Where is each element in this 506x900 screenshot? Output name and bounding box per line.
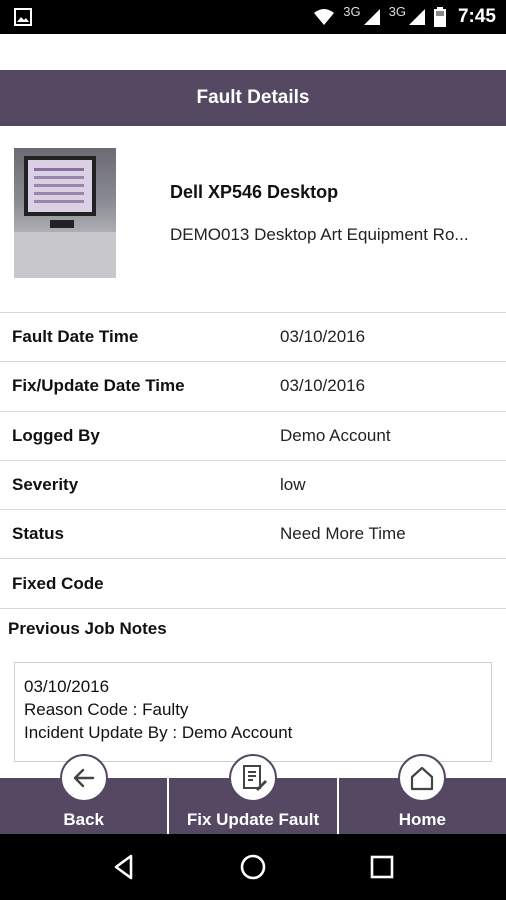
network-type-1: 3G bbox=[343, 3, 361, 19]
product-summary: Dell XP546 Desktop DEMO013 Desktop Art E… bbox=[0, 126, 506, 312]
battery-icon bbox=[433, 7, 446, 27]
detail-label: Fixed Code bbox=[12, 573, 104, 593]
back-button[interactable]: Back bbox=[0, 754, 170, 834]
home-label: Home bbox=[398, 810, 446, 829]
detail-value: low bbox=[280, 475, 306, 495]
page-title: Fault Details bbox=[196, 87, 310, 108]
detail-row-fault-date: Fault Date Time 03/10/2016 bbox=[0, 313, 506, 363]
detail-row-fix-date: Fix/Update Date Time 03/10/2016 bbox=[0, 362, 506, 412]
monitor-stand bbox=[50, 220, 74, 228]
detail-label: Logged By bbox=[12, 425, 100, 445]
detail-value: 03/10/2016 bbox=[280, 376, 366, 396]
system-navigation-bar bbox=[0, 834, 506, 900]
signal-icon-1 bbox=[363, 9, 380, 25]
bottom-action-bar: Back Fix Update Fault Home bbox=[0, 754, 506, 834]
network-type-2: 3G bbox=[388, 3, 406, 19]
fix-icon-circle[interactable] bbox=[228, 754, 277, 802]
app-header: Fault Details bbox=[0, 70, 506, 126]
detail-value: Need More Time bbox=[280, 524, 406, 544]
clock: 7:45 bbox=[457, 6, 496, 27]
detail-row-logged-by: Logged By Demo Account bbox=[0, 412, 506, 461]
product-description: DEMO013 Desktop Art Equipment Ro... bbox=[170, 225, 469, 244]
gallery-notification-icon bbox=[14, 8, 32, 26]
document-edit-icon bbox=[242, 765, 267, 791]
detail-value: 03/10/2016 bbox=[280, 327, 366, 347]
detail-label: Fault Date Time bbox=[12, 327, 139, 347]
home-button[interactable]: Home bbox=[339, 754, 506, 834]
detail-label: Status bbox=[12, 524, 64, 544]
note-line: 03/10/2016 bbox=[24, 677, 110, 696]
detail-label: Severity bbox=[12, 475, 79, 495]
fix-update-fault-label: Fix Update Fault bbox=[186, 810, 320, 829]
nav-recents-icon[interactable] bbox=[367, 852, 397, 882]
back-label: Back bbox=[63, 810, 104, 829]
wifi-icon bbox=[314, 9, 335, 25]
job-notes-box[interactable]: 03/10/2016 Reason Code : Faulty Incident… bbox=[14, 662, 492, 762]
home-icon-circle[interactable] bbox=[398, 754, 447, 802]
back-icon-circle[interactable] bbox=[59, 754, 108, 802]
product-photo[interactable] bbox=[14, 148, 116, 278]
arrow-left-icon bbox=[73, 768, 94, 788]
nav-home-icon[interactable] bbox=[238, 852, 268, 882]
status-bar: 3G 3G 7:45 bbox=[0, 0, 506, 34]
desk-surface bbox=[14, 232, 116, 278]
monitor-screen bbox=[24, 156, 96, 216]
nav-back-icon[interactable] bbox=[109, 852, 139, 882]
note-line: Incident Update By : Demo Account bbox=[24, 723, 293, 742]
detail-row-severity: Severity low bbox=[0, 461, 506, 511]
detail-row-fixed-code: Fixed Code bbox=[0, 559, 506, 609]
detail-row-status: Status Need More Time bbox=[0, 510, 506, 560]
detail-value: Demo Account bbox=[280, 425, 391, 445]
detail-label: Fix/Update Date Time bbox=[12, 376, 185, 396]
fault-details-table: Fault Date Time 03/10/2016 Fix/Update Da… bbox=[0, 312, 506, 609]
fix-update-fault-button[interactable]: Fix Update Fault bbox=[169, 754, 339, 834]
notes-section-title: Previous Job Notes bbox=[8, 619, 167, 638]
product-name: Dell XP546 Desktop bbox=[170, 182, 339, 202]
note-line: Reason Code : Faulty bbox=[24, 700, 189, 719]
home-icon bbox=[411, 766, 434, 791]
signal-icon-2 bbox=[408, 9, 425, 25]
